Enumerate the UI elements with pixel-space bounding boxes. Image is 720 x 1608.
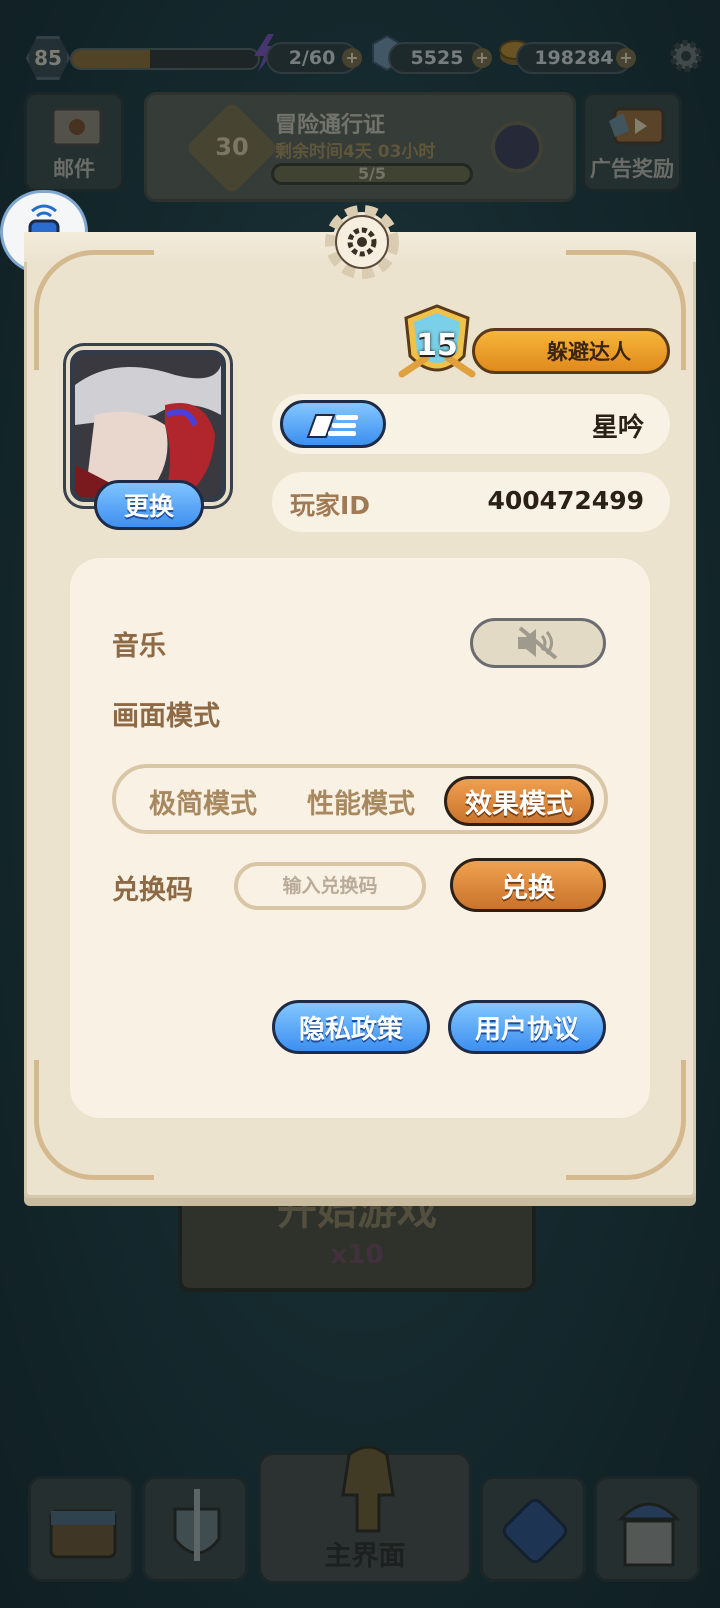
player-id-label: 玩家ID <box>290 491 371 520</box>
player-name: 星吟 <box>591 413 644 443</box>
display-mode-label: 画面模式 <box>112 701 220 732</box>
change-avatar-button[interactable]: 更换 <box>94 480 204 530</box>
settings-gear-icon <box>325 205 399 279</box>
settings-options-box: 音乐 画面模式 极简模式 性能模式 效果模式 兑换码 兑换 隐私政策 用户协议 <box>70 558 650 1118</box>
user-agreement-button[interactable]: 用户协议 <box>448 1000 606 1054</box>
privacy-policy-button[interactable]: 隐私政策 <box>272 1000 430 1054</box>
avatar-portrait <box>75 355 221 497</box>
mode-option-performance[interactable]: 性能模式 <box>286 776 436 826</box>
edit-name-button[interactable] <box>280 400 386 448</box>
music-label: 音乐 <box>112 631 166 662</box>
player-id-value: 400472499 <box>487 486 644 515</box>
rank-title-ribbon: 躲避达人 <box>472 328 670 374</box>
redeem-button[interactable]: 兑换 <box>450 858 606 912</box>
settings-panel: 躲避达人 15 更换 星吟 玩家ID 400472499 音乐 画面模式 极简模… <box>24 205 696 1198</box>
mode-option-effects[interactable]: 效果模式 <box>444 776 594 826</box>
rank-level: 15 <box>416 328 458 363</box>
display-mode-selector: 极简模式 性能模式 效果模式 <box>112 764 608 834</box>
edit-pen-icon <box>306 414 358 438</box>
mute-speaker-icon <box>518 626 558 660</box>
mode-option-minimal[interactable]: 极简模式 <box>128 776 278 826</box>
player-id-row: 玩家ID 400472499 <box>272 472 670 532</box>
player-name-row: 星吟 <box>272 394 670 454</box>
redeem-code-label: 兑换码 <box>112 875 193 906</box>
music-toggle[interactable] <box>470 618 606 668</box>
redeem-code-input[interactable] <box>234 862 426 910</box>
